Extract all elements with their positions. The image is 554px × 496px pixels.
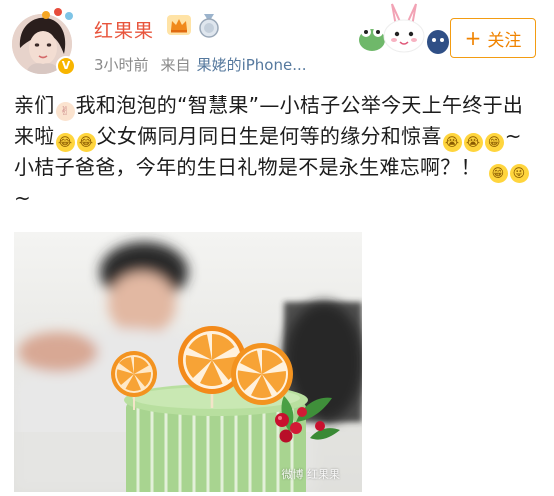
- crying-emoji-icon: 😭: [442, 133, 462, 152]
- post-photo[interactable]: 微博 红果果: [14, 232, 362, 492]
- laugh-cry-emoji-icon: 😂: [76, 133, 96, 152]
- grin-emoji-icon: 😁: [484, 133, 504, 152]
- post-meta: 3小时前 来自 果姥的iPhone...: [94, 54, 307, 75]
- verified-v-icon: V: [56, 56, 76, 76]
- follow-button[interactable]: + 关注: [450, 18, 536, 58]
- from-label: 来自: [160, 56, 191, 74]
- follow-label: 关注: [487, 30, 522, 51]
- username[interactable]: 红果果: [94, 16, 154, 43]
- bunny-stickers-decoration: [359, 3, 449, 54]
- crown-vip-icon[interactable]: [166, 14, 192, 36]
- post-text-seg1: 亲们: [14, 93, 55, 117]
- plus-icon: +: [464, 26, 482, 50]
- medal-icon[interactable]: [198, 14, 220, 38]
- post-text-seg3: 父女俩同月同日生是何等的缘分和惊喜: [96, 124, 442, 148]
- post-time: 3小时前: [94, 56, 149, 74]
- hand-emoji-icon: ✌: [55, 102, 75, 121]
- cake-photo-image: [14, 232, 362, 492]
- photo-watermark: 微博 红果果: [281, 468, 341, 481]
- crying-emoji-icon: 😭: [463, 133, 483, 152]
- tongue-emoji-icon: 😜: [509, 164, 529, 183]
- laugh-cry-emoji-icon: 😂: [55, 133, 75, 152]
- post-source-link[interactable]: 果姥的iPhone...: [197, 56, 307, 74]
- post-text-seg5: ~: [14, 186, 32, 210]
- grin-emoji-icon: 😁: [488, 164, 508, 183]
- orange-slice-medium: [231, 343, 293, 405]
- post-text: 亲们 ✌ 我和泡泡的“智慧果”—小桔子公举今天上午终于出来啦 😂 😂 父女俩同月同日生是何…: [14, 90, 542, 214]
- post-header: V 红果果 3小时前 来自 果姥的iPhone... + 关注: [0, 0, 554, 86]
- party-hat-icon: [42, 8, 73, 20]
- avatar[interactable]: V: [12, 8, 78, 76]
